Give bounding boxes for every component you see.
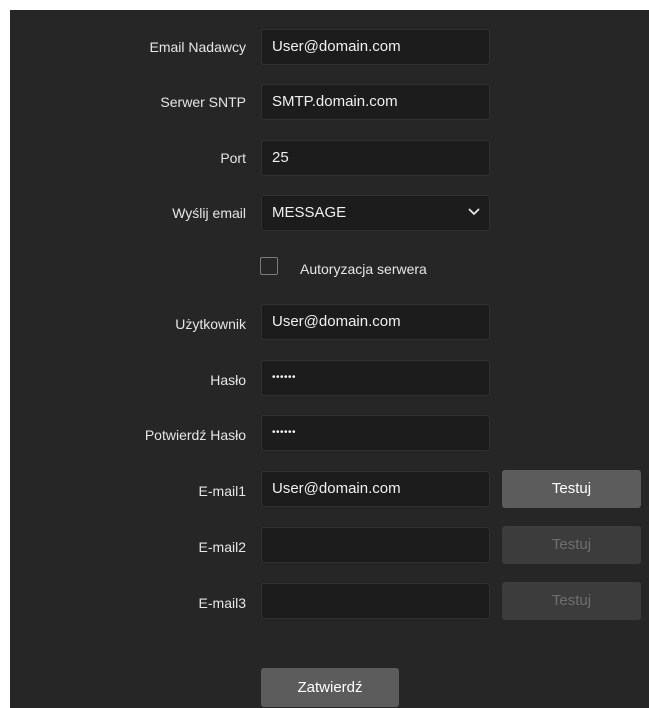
sntp-server-input[interactable]: SMTP.domain.com: [261, 84, 490, 120]
password-input[interactable]: ••••••: [261, 360, 490, 396]
email2-test-button: Testuj: [502, 526, 641, 564]
email3-label: E-mail3: [198, 595, 246, 611]
server-auth-label: Autoryzacja serwera: [300, 261, 427, 277]
sntp-server-label: Serwer SNTP: [160, 94, 246, 110]
send-email-label: Wyślij email: [172, 205, 246, 221]
user-label: Użytkownik: [175, 316, 246, 332]
email2-label: E-mail2: [198, 539, 246, 555]
email-settings-panel: Email Nadawcy User@domain.com Serwer SNT…: [10, 10, 649, 708]
confirm-password-input[interactable]: ••••••: [261, 415, 490, 451]
email1-input[interactable]: User@domain.com: [261, 471, 490, 507]
email3-input[interactable]: [261, 583, 490, 619]
port-input[interactable]: 25: [261, 140, 490, 176]
user-input[interactable]: User@domain.com: [261, 304, 490, 340]
chevron-down-icon: [468, 208, 480, 215]
sender-email-input[interactable]: User@domain.com: [261, 29, 490, 65]
server-auth-checkbox[interactable]: [260, 257, 278, 275]
sender-email-label: Email Nadawcy: [149, 39, 246, 55]
port-label: Port: [220, 150, 246, 166]
email1-test-button[interactable]: Testuj: [502, 470, 641, 508]
send-email-selected-value: MESSAGE: [272, 204, 347, 221]
password-label: Hasło: [210, 372, 246, 388]
email1-label: E-mail1: [198, 483, 246, 499]
submit-button[interactable]: Zatwierdź: [261, 668, 399, 707]
email2-input[interactable]: [261, 527, 490, 563]
email3-test-button: Testuj: [502, 582, 641, 620]
send-email-select[interactable]: MESSAGE: [261, 195, 490, 231]
confirm-password-label: Potwierdź Hasło: [144, 427, 246, 443]
